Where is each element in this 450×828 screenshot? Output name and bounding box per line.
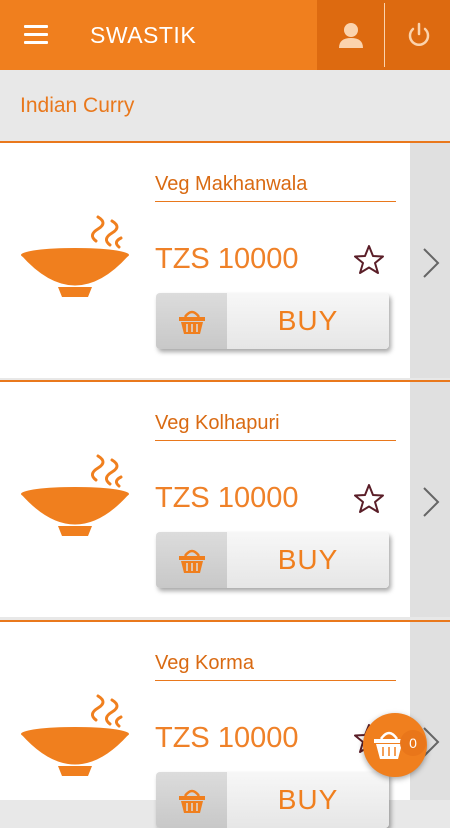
basket-section xyxy=(156,293,227,349)
buy-label: BUY xyxy=(277,784,339,815)
product-detail-button[interactable] xyxy=(410,622,450,800)
chevron-right-icon xyxy=(423,487,440,517)
product-name[interactable]: Veg Kolhapuri xyxy=(155,412,396,441)
profile-button[interactable] xyxy=(317,0,384,70)
star-outline-icon[interactable] xyxy=(352,482,386,516)
power-icon xyxy=(408,22,430,46)
product-price: TZS 10000 xyxy=(155,243,299,275)
basket-icon xyxy=(179,789,205,813)
buy-label: BUY xyxy=(277,305,339,336)
product-card[interactable]: Veg Makhanwala TZS 10000 BUY xyxy=(0,141,450,378)
buy-label: BUY xyxy=(277,544,339,575)
basket-icon xyxy=(179,310,205,334)
product-card[interactable]: Veg Kolhapuri TZS 10000 BUY xyxy=(0,380,450,617)
cart-icon xyxy=(374,731,404,759)
chevron-right-icon xyxy=(423,248,440,278)
buy-button[interactable]: BUY xyxy=(156,532,389,588)
basket-icon xyxy=(179,549,205,573)
category-header: Indian Curry xyxy=(0,70,450,140)
buy-button[interactable]: BUY xyxy=(156,293,389,349)
cart-button[interactable] xyxy=(363,713,427,777)
bowl-icon xyxy=(21,215,129,297)
product-detail-button[interactable] xyxy=(410,143,450,378)
hamburger-icon xyxy=(24,25,48,28)
star-outline-icon[interactable] xyxy=(352,243,386,277)
user-icon xyxy=(339,23,363,48)
bowl-icon xyxy=(21,454,129,536)
product-name[interactable]: Veg Korma xyxy=(155,652,396,681)
bowl-icon xyxy=(21,694,129,776)
basket-section xyxy=(156,532,227,588)
product-price: TZS 10000 xyxy=(155,722,299,754)
logout-button[interactable] xyxy=(385,0,450,70)
app-bar-actions xyxy=(317,0,450,70)
product-detail-button[interactable] xyxy=(410,382,450,617)
product-price: TZS 10000 xyxy=(155,482,299,514)
buy-button[interactable]: BUY xyxy=(156,772,389,828)
menu-button[interactable] xyxy=(14,22,56,50)
category-title: Indian Curry xyxy=(20,94,135,117)
app-bar: SWASTIK xyxy=(0,0,450,70)
app-title: SWASTIK xyxy=(90,22,197,48)
product-name[interactable]: Veg Makhanwala xyxy=(155,173,396,202)
basket-section xyxy=(156,772,227,828)
